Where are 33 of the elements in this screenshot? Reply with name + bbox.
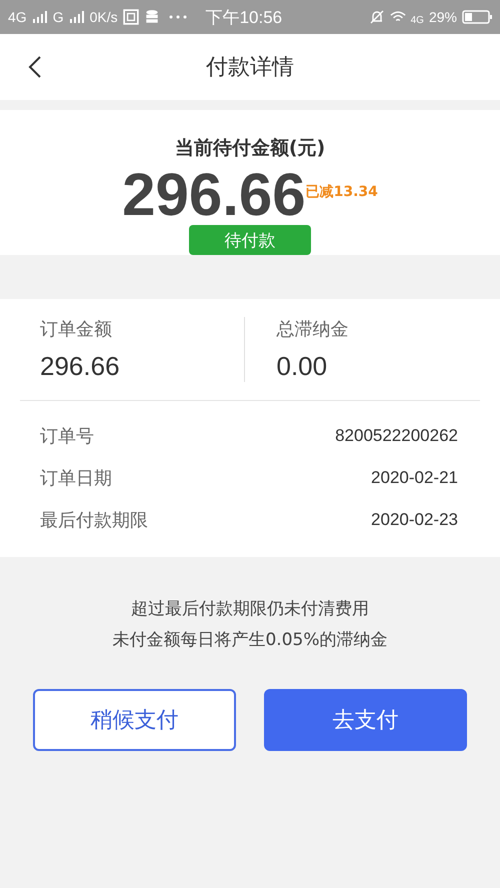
detail-value: 8200522200262 xyxy=(335,426,458,446)
detail-value: 2020-02-21 xyxy=(371,468,458,488)
speed-label: 0K/s xyxy=(90,9,118,25)
signal-icon xyxy=(32,11,48,23)
amount-label: 当前待付金额(元) xyxy=(174,136,326,161)
pay-button[interactable]: 去支付 xyxy=(264,689,467,751)
battery-icon xyxy=(462,10,492,24)
later-button[interactable]: 稍候支付 xyxy=(33,689,236,751)
discount-label: 已减13.34 xyxy=(306,183,378,201)
network-label: 4G xyxy=(410,14,424,26)
detail-value: 2020-02-23 xyxy=(371,510,458,530)
detail-label: 最后付款期限 xyxy=(40,509,148,532)
notice-text: 超过最后付款期限仍未付清费用 xyxy=(131,598,369,620)
total-label: 总滞纳金 xyxy=(276,318,350,341)
amount-value: 296.66 xyxy=(122,165,306,225)
network-label: G xyxy=(52,9,64,25)
square-icon xyxy=(122,9,139,25)
page-title: 付款详情 xyxy=(206,54,294,82)
total-value: 296.66 xyxy=(40,351,121,382)
more-icon xyxy=(168,15,187,19)
signal-icon xyxy=(68,11,85,23)
notice-text: 未付金额每日将产生0.05%的滞纳金 xyxy=(112,629,388,651)
network-label: 4G xyxy=(8,9,27,25)
detail-label: 订单号 xyxy=(40,425,94,448)
total-value: 0.00 xyxy=(276,351,328,382)
back-icon[interactable] xyxy=(28,55,42,79)
database-icon xyxy=(144,9,160,25)
clock: 下午10:56 xyxy=(206,6,282,28)
battery-percent: 29% xyxy=(428,9,457,25)
detail-label: 订单日期 xyxy=(40,467,112,490)
muted-bell-icon xyxy=(368,9,385,25)
total-label: 订单金额 xyxy=(40,318,113,341)
status-badge: 待付款 xyxy=(189,225,311,255)
